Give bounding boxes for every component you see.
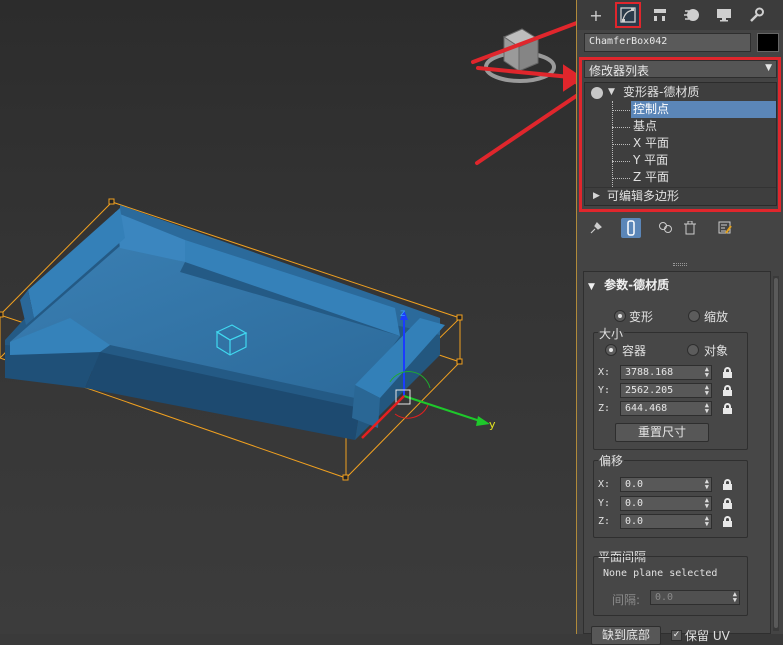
- size-z-spinner[interactable]: 644.468 ▲ ▼: [620, 401, 712, 416]
- stack-item-control-points[interactable]: 控制点: [585, 101, 776, 118]
- perspective-viewport[interactable]: z y: [0, 0, 576, 634]
- sofa-model: [5, 205, 445, 440]
- lock-icon[interactable]: [723, 385, 732, 396]
- lock-icon[interactable]: [723, 367, 732, 378]
- object-label: 对象: [704, 344, 729, 358]
- reset-size-button[interactable]: 重置尺寸: [615, 423, 709, 442]
- stack-item-ffd[interactable]: ▼ 变形器-德材质: [585, 84, 776, 101]
- size-y-label: Y:: [598, 385, 611, 396]
- scale-label: 缩放: [704, 310, 729, 324]
- offset-z-label: Z:: [598, 516, 611, 527]
- collapse-triangle-icon[interactable]: ▶: [593, 188, 600, 205]
- plane-status-text: None plane selected: [603, 568, 718, 579]
- stack-item-base-point[interactable]: 基点: [585, 118, 776, 135]
- scale-radio[interactable]: [688, 310, 700, 322]
- stack-item-y-plane[interactable]: Y 平面: [585, 152, 776, 169]
- chevron-down-icon: ▼: [765, 63, 772, 73]
- spinner-arrows-icon: ▲ ▼: [732, 590, 737, 604]
- size-x-spinner[interactable]: 3788.168 ▲ ▼: [620, 365, 712, 380]
- pin-stack-icon[interactable]: [586, 218, 606, 238]
- offset-y-spinner[interactable]: 0.0 ▲ ▼: [620, 496, 712, 511]
- modifier-stack[interactable]: ▼ 变形器-德材质 控制点 基点 X 平面 Y 平面 Z 平面 ▶ 可编辑多边形: [584, 82, 777, 206]
- remove-modifier-icon[interactable]: [680, 218, 700, 238]
- command-panel: + ChamferBox042 修改器列表 ▼ ▼ 变形器-德材质 控制点 基点…: [576, 0, 783, 645]
- rollout-header[interactable]: ▼ 参数-德材质: [588, 276, 669, 293]
- motion-icon[interactable]: [679, 2, 705, 28]
- eye-icon[interactable]: [591, 87, 603, 99]
- size-z-label: Z:: [598, 403, 611, 414]
- size-group-label: 大小: [598, 325, 625, 342]
- size-y-spinner[interactable]: 2562.205 ▲ ▼: [620, 383, 712, 398]
- object-radio[interactable]: [687, 344, 699, 356]
- make-unique-icon[interactable]: [656, 218, 676, 238]
- object-name-field[interactable]: ChamferBox042: [584, 33, 751, 52]
- lock-icon[interactable]: [723, 498, 732, 509]
- stack-item-x-plane[interactable]: X 平面: [585, 135, 776, 152]
- spinner-arrows-icon: ▲ ▼: [704, 365, 709, 379]
- spinner-arrows-icon: ▲ ▼: [704, 477, 709, 491]
- panel-scrollbar[interactable]: [773, 276, 779, 631]
- offset-z-spinner[interactable]: 0.0 ▲ ▼: [620, 514, 712, 529]
- offset-group-label: 偏移: [598, 452, 625, 469]
- deform-label: 变形: [629, 310, 654, 324]
- scrollbar-thumb[interactable]: [774, 278, 778, 628]
- spinner-arrows-icon: ▲ ▼: [704, 383, 709, 397]
- parameters-rollout: ▼ 参数-德材质 变形 缩放 大小 容器 对象 X: 3788.168 ▲ ▼ Y:…: [583, 271, 771, 645]
- offset-x-label: X:: [598, 479, 611, 490]
- svg-text:y: y: [489, 418, 496, 431]
- size-x-label: X:: [598, 367, 611, 378]
- lock-icon[interactable]: [723, 516, 732, 527]
- spinner-arrows-icon: ▲ ▼: [704, 514, 709, 528]
- offset-x-spinner[interactable]: 0.0 ▲ ▼: [620, 477, 712, 492]
- svg-text:z: z: [400, 308, 405, 319]
- deform-radio[interactable]: [614, 310, 626, 322]
- stack-item-editable-poly[interactable]: ▶ 可编辑多边形: [585, 187, 776, 204]
- utilities-icon[interactable]: [743, 2, 769, 28]
- modifier-list-dropdown[interactable]: 修改器列表 ▼: [584, 60, 777, 78]
- configure-modifier-sets-icon[interactable]: [715, 218, 735, 238]
- reset-to-bottom-button[interactable]: 缺到底部: [591, 626, 661, 645]
- show-end-result-icon[interactable]: [621, 218, 641, 238]
- container-radio[interactable]: [605, 344, 617, 356]
- panel-grip[interactable]: [673, 263, 687, 266]
- stack-toolbar: [584, 218, 779, 240]
- lock-icon[interactable]: [723, 479, 732, 490]
- command-panel-tabs: +: [577, 0, 783, 30]
- modifier-list-label: 修改器列表: [589, 64, 650, 78]
- container-label: 容器: [622, 344, 647, 358]
- display-icon[interactable]: [711, 2, 737, 28]
- create-icon[interactable]: +: [583, 2, 609, 28]
- rollout-collapse-icon[interactable]: ▼: [588, 282, 595, 292]
- keep-uv-label: 保留 UV: [685, 629, 730, 643]
- hierarchy-icon[interactable]: [647, 2, 673, 28]
- offset-y-label: Y:: [598, 498, 611, 509]
- spinner-arrows-icon: ▲ ▼: [704, 496, 709, 510]
- modify-icon[interactable]: [615, 2, 641, 28]
- expand-triangle-icon[interactable]: ▼: [608, 84, 615, 101]
- object-color-swatch[interactable]: [757, 33, 779, 52]
- spacing-label: 间隔:: [612, 593, 641, 607]
- stack-item-z-plane[interactable]: Z 平面: [585, 169, 776, 186]
- spinner-arrows-icon: ▲ ▼: [704, 401, 709, 415]
- spacing-spinner[interactable]: 0.0 ▲ ▼: [650, 590, 740, 605]
- lock-icon[interactable]: [723, 403, 732, 414]
- keep-uv-checkbox[interactable]: ✓: [671, 630, 682, 641]
